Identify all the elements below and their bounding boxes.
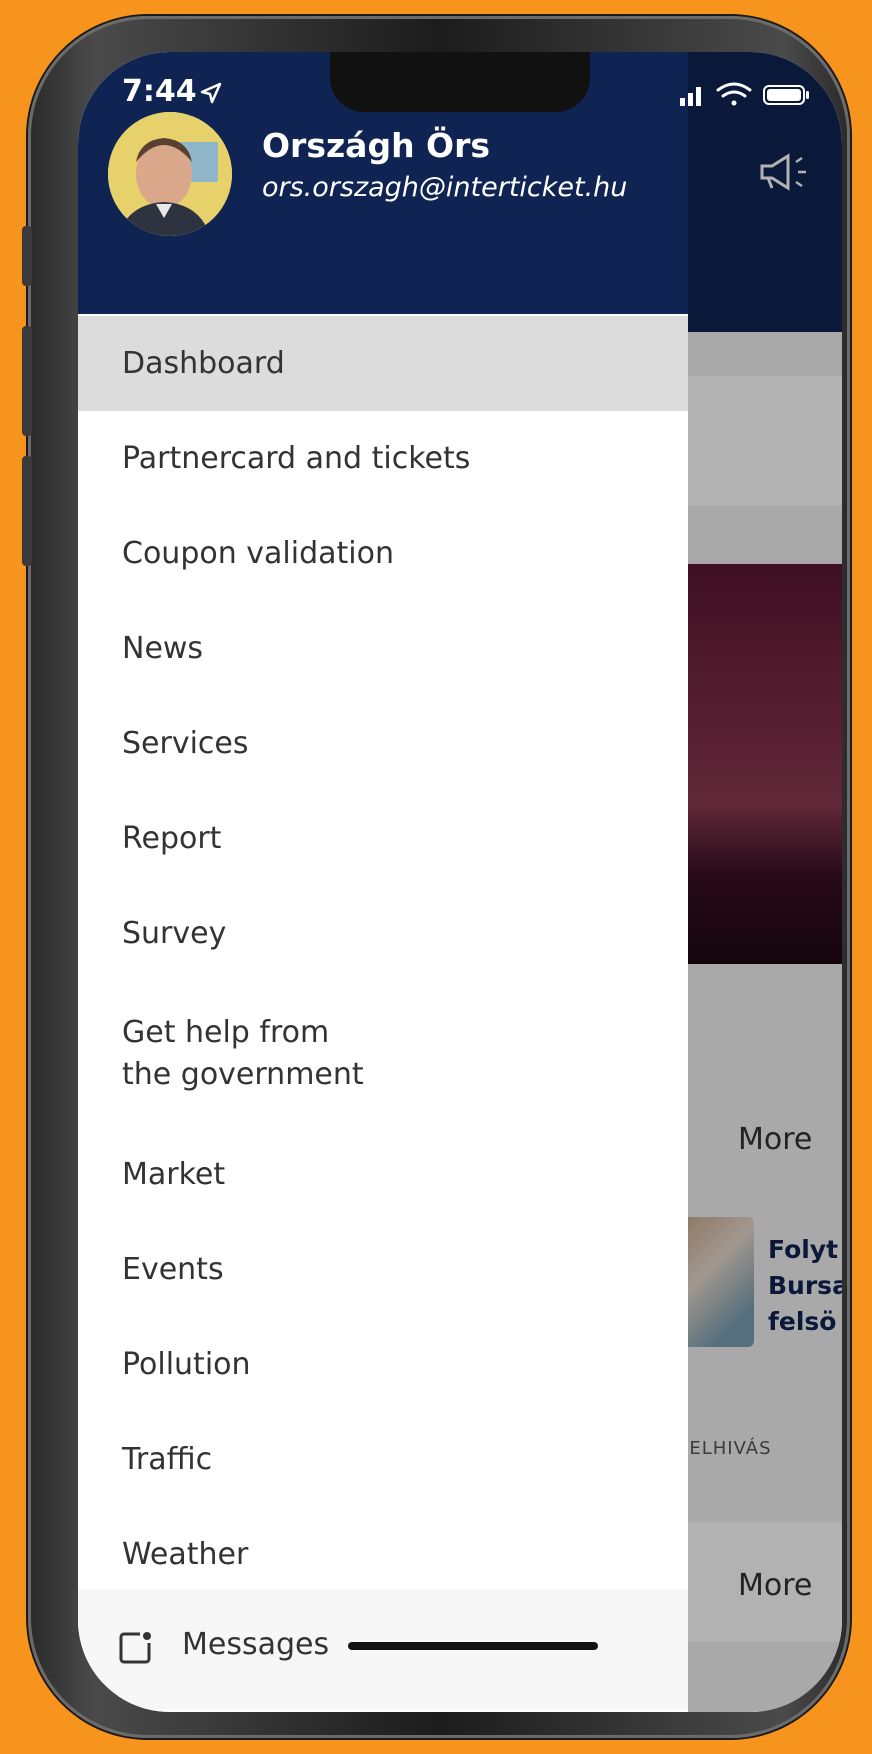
menu-item-label: Pollution xyxy=(122,1346,251,1382)
menu-item-survey[interactable]: Survey xyxy=(78,886,688,981)
menu-item-pollution[interactable]: Pollution xyxy=(78,1317,688,1412)
menu-item-dashboard[interactable]: Dashboard xyxy=(78,316,688,411)
menu-item-label: Services xyxy=(122,725,249,761)
menu-item-get-help-from-government[interactable]: Get help from the government xyxy=(78,981,688,1127)
menu-item-label: Coupon validation xyxy=(122,535,394,571)
menu-item-coupon-validation[interactable]: Coupon validation xyxy=(78,506,688,601)
menu-item-weather[interactable]: Weather xyxy=(78,1507,688,1602)
messages-label: Messages xyxy=(182,1627,330,1662)
menu-item-services[interactable]: Services xyxy=(78,696,688,791)
menu-item-label: Traffic xyxy=(122,1441,213,1477)
volume-down-button xyxy=(22,456,32,566)
battery-icon xyxy=(763,85,809,105)
menu-item-label: Dashboard xyxy=(122,345,285,381)
location-arrow-icon xyxy=(200,82,222,104)
home-indicator[interactable] xyxy=(348,1642,598,1650)
avatar[interactable] xyxy=(108,112,232,236)
menu-item-label: Weather xyxy=(122,1536,249,1572)
profile-name: Országh Örs xyxy=(262,126,491,165)
menu-item-events[interactable]: Events xyxy=(78,1222,688,1317)
wifi-icon xyxy=(716,82,752,106)
signal-icon xyxy=(680,87,701,106)
messages-icon xyxy=(119,1632,151,1664)
menu-item-label: Market xyxy=(122,1156,226,1192)
menu-item-label: News xyxy=(122,630,204,666)
mute-switch xyxy=(22,226,32,286)
menu-item-label: Events xyxy=(122,1251,224,1287)
menu-item-label: Partnercard and tickets xyxy=(122,440,471,476)
status-icons xyxy=(680,82,809,106)
profile-email: ors.orszagh@interticket.hu xyxy=(262,172,628,203)
menu-item-label: Get help from the government xyxy=(122,1015,364,1092)
drawer-menu: Dashboard Partnercard and tickets Coupon… xyxy=(78,316,688,1602)
navigation-drawer: Országh Örs ors.orszagh@interticket.hu D… xyxy=(78,52,688,1712)
phone-screen: 0 °C More Folyt Bursa felsö FELHIVÁS Mor… xyxy=(78,52,842,1712)
status-time: 7:44 xyxy=(122,74,197,109)
menu-item-news[interactable]: News xyxy=(78,601,688,696)
menu-item-report[interactable]: Report xyxy=(78,791,688,886)
volume-up-button xyxy=(22,326,32,436)
menu-item-label: Survey xyxy=(122,915,227,951)
menu-item-traffic[interactable]: Traffic xyxy=(78,1412,688,1507)
menu-item-label: Report xyxy=(122,820,222,856)
menu-item-market[interactable]: Market xyxy=(78,1127,688,1222)
menu-item-partnercard-and-tickets[interactable]: Partnercard and tickets xyxy=(78,411,688,506)
notch xyxy=(330,52,590,112)
profile-photo xyxy=(108,112,232,236)
